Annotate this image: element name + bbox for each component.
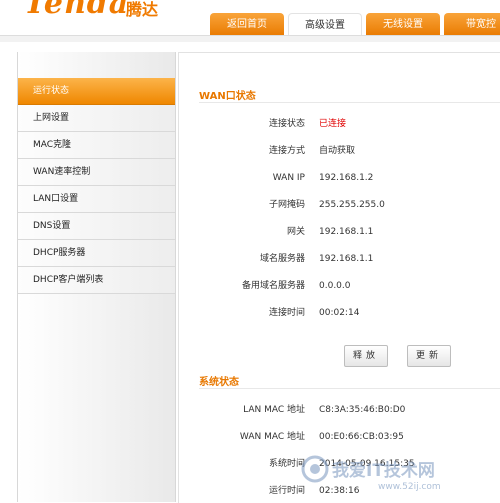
wan-label: WAN IP bbox=[272, 173, 305, 183]
wan-row-wan-ip: WAN IP 192.168.1.2 bbox=[179, 170, 500, 186]
wan-row-subnet-mask: 子网掩码 255.255.255.0 bbox=[179, 197, 500, 213]
watermark: 我爱IT技术网 www.52ij.com bbox=[300, 452, 500, 502]
watermark-logo-icon bbox=[301, 455, 329, 483]
system-row-lan-mac: LAN MAC 地址 C8:3A:35:46:B0:D0 bbox=[179, 402, 500, 418]
wan-row-connection-status: 连接状态 已连接 bbox=[179, 116, 500, 132]
wan-section-divider bbox=[199, 102, 500, 103]
watermark-text: 我爱IT技术网 bbox=[332, 461, 435, 481]
tenda-logo: Tenda bbox=[24, 0, 130, 21]
wan-label: 连接时间 bbox=[268, 308, 305, 318]
system-value: C8:3A:35:46:B0:D0 bbox=[319, 405, 406, 415]
wan-value: 255.255.255.0 bbox=[319, 200, 385, 210]
wan-value: 192.168.1.2 bbox=[319, 173, 374, 183]
wan-label: 备用域名服务器 bbox=[241, 281, 305, 291]
sidebar-item-run-status[interactable]: 运行状态 bbox=[18, 78, 175, 105]
wan-status-title: WAN口状态 bbox=[199, 91, 256, 102]
renew-button[interactable]: 更新 bbox=[407, 345, 451, 367]
wan-label: 连接状态 bbox=[268, 119, 305, 129]
wan-label: 子网掩码 bbox=[268, 200, 305, 210]
tab-advanced-settings[interactable]: 高级设置 bbox=[288, 13, 362, 36]
sidebar-item-internet-settings[interactable]: 上网设置 bbox=[18, 105, 175, 132]
header-divider bbox=[0, 35, 500, 42]
wan-row-connection-type: 连接方式 自动获取 bbox=[179, 143, 500, 159]
wan-row-gateway: 网关 192.168.1.1 bbox=[179, 224, 500, 240]
wan-label: 网关 bbox=[286, 227, 305, 237]
wan-value: 192.168.1.1 bbox=[319, 227, 374, 237]
sidebar-item-wan-rate-control[interactable]: WAN速率控制 bbox=[18, 159, 175, 186]
main-panel: WAN口状态 连接状态 已连接 连接方式 自动获取 WAN IP 192.168… bbox=[178, 52, 500, 503]
connection-status-value: 已连接 bbox=[319, 119, 347, 129]
system-section-divider bbox=[199, 388, 500, 389]
wan-value: 192.168.1.1 bbox=[319, 254, 374, 264]
header: Tenda 腾达 返回首页 高级设置 无线设置 带宽控 bbox=[0, 0, 500, 36]
wan-value: 0.0.0.0 bbox=[319, 281, 351, 291]
sidebar-item-dhcp-client-list[interactable]: DHCP客户端列表 bbox=[18, 267, 175, 294]
system-label: WAN MAC 地址 bbox=[239, 432, 305, 442]
tenda-logo-cn: 腾达 bbox=[126, 0, 159, 19]
wan-value: 自动获取 bbox=[319, 146, 356, 156]
system-status-title: 系统状态 bbox=[199, 377, 239, 388]
system-label: LAN MAC 地址 bbox=[243, 405, 305, 415]
tab-bandwidth-control[interactable]: 带宽控 bbox=[444, 13, 500, 36]
release-button[interactable]: 释放 bbox=[344, 345, 388, 367]
system-row-wan-mac: WAN MAC 地址 00:E0:66:CB:03:95 bbox=[179, 429, 500, 445]
tab-home[interactable]: 返回首页 bbox=[210, 13, 284, 36]
wan-row-dns: 域名服务器 192.168.1.1 bbox=[179, 251, 500, 267]
wan-row-backup-dns: 备用域名服务器 0.0.0.0 bbox=[179, 278, 500, 294]
sidebar-item-dns-settings[interactable]: DNS设置 bbox=[18, 213, 175, 240]
wan-label: 域名服务器 bbox=[259, 254, 305, 264]
wan-row-connection-time: 连接时间 00:02:14 bbox=[179, 305, 500, 321]
tab-wireless-settings[interactable]: 无线设置 bbox=[366, 13, 440, 36]
system-value: 00:E0:66:CB:03:95 bbox=[319, 432, 404, 442]
wan-value: 00:02:14 bbox=[319, 308, 360, 318]
top-tabs: 返回首页 高级设置 无线设置 带宽控 bbox=[210, 13, 500, 36]
wan-label: 连接方式 bbox=[268, 146, 305, 156]
sidebar-item-dhcp-server[interactable]: DHCP服务器 bbox=[18, 240, 175, 267]
watermark-url: www.52ij.com bbox=[378, 482, 441, 492]
sidebar: 运行状态 上网设置 MAC克隆 WAN速率控制 LAN口设置 DNS设置 DHC… bbox=[17, 52, 176, 502]
sidebar-item-lan-settings[interactable]: LAN口设置 bbox=[18, 186, 175, 213]
sidebar-item-mac-clone[interactable]: MAC克隆 bbox=[18, 132, 175, 159]
